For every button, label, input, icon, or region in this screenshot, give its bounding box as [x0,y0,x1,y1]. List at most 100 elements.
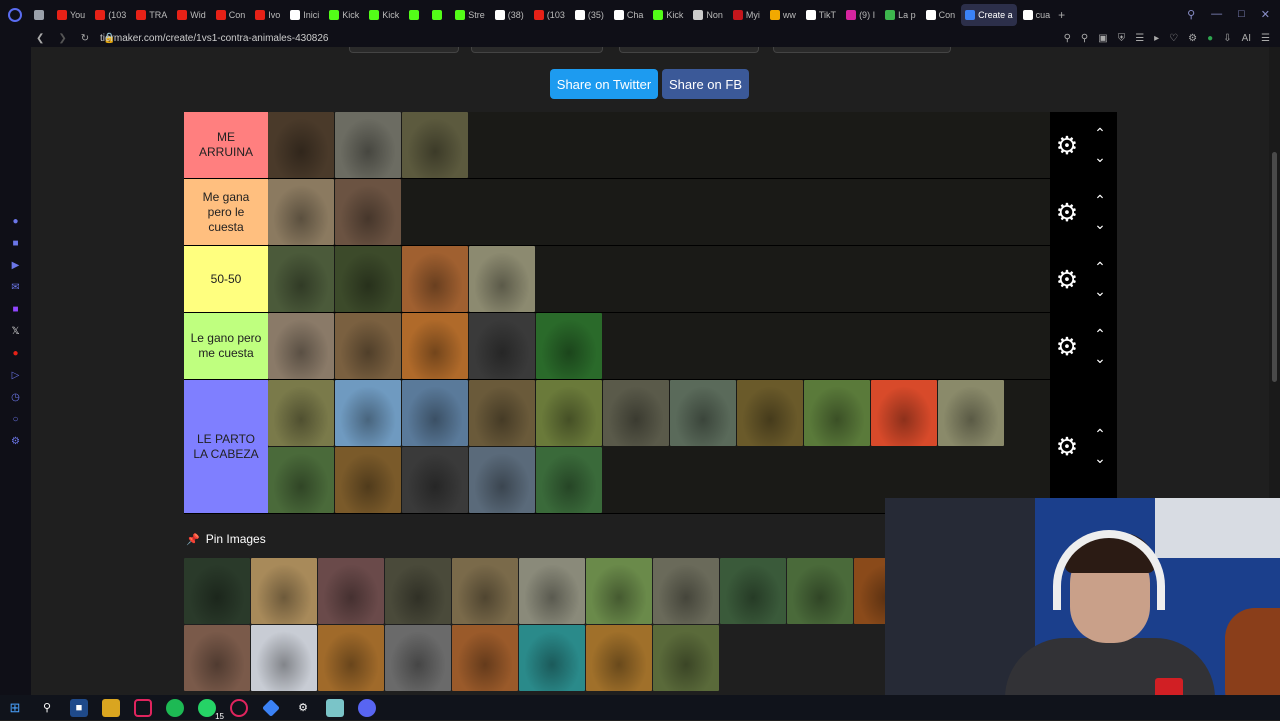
tier-items-dropzone[interactable] [268,112,1050,178]
pin-image-shark[interactable] [519,625,585,691]
move-tier-down-icon[interactable]: ⌄ [1090,217,1110,231]
browser-tab[interactable]: (103 [530,4,569,26]
animal-image-walrus[interactable] [335,179,401,245]
tier-settings-gear-icon[interactable]: ⚙ [1054,434,1080,460]
new-tab-button[interactable]: + [1054,4,1069,26]
browser-tab[interactable]: TRA [132,4,171,26]
store-icon[interactable]: ■ [70,698,88,717]
pin-image-yak[interactable] [653,625,719,691]
tier-settings-gear-icon[interactable]: ⚙ [1054,334,1080,360]
scrollbar-thumb[interactable] [1272,152,1277,382]
back-icon[interactable]: ❮ [36,33,44,44]
pin-icon[interactable]: ⚲ [1081,33,1088,44]
forward-icon[interactable]: ❯ [58,33,66,44]
animal-image-goose[interactable] [603,380,669,446]
sidebar-settings-icon[interactable]: ⚙ [10,435,22,447]
browser-tab[interactable]: Create a [961,3,1017,26]
animal-image-bison[interactable] [268,112,334,178]
pin-image-hippo[interactable] [318,558,384,624]
cast-icon[interactable]: ▸ [1154,33,1159,44]
tier-settings-gear-icon[interactable]: ⚙ [1054,200,1080,226]
sidebar-bag-icon[interactable]: ■ [10,237,22,249]
translate-icon[interactable]: ☰ [1135,33,1144,44]
browser-tab[interactable]: You [53,4,89,26]
animal-image-deer[interactable] [402,246,468,312]
camera-icon[interactable]: ▣ [1098,33,1107,44]
animal-image-hare[interactable] [268,380,334,446]
reload-icon[interactable]: ↻ [81,33,89,44]
animal-image-seal[interactable] [469,447,535,513]
extensions-icon[interactable]: ⚙ [1188,33,1197,44]
sidebar-history-icon[interactable]: ◷ [10,391,22,403]
animal-image-cow[interactable] [536,313,602,379]
pin-image-lynx[interactable] [519,558,585,624]
sidebar-vk-icon[interactable]: ● [10,347,22,359]
animal-image-giraffe[interactable] [469,246,535,312]
pin-image-cheetah[interactable] [251,558,317,624]
browser-tab[interactable]: (35) [571,4,608,26]
sidebar-messenger-icon[interactable]: ✉ [10,281,22,293]
tier-items-dropzone[interactable] [268,179,1050,245]
pin-image-lion[interactable] [318,625,384,691]
browser-tab[interactable]: Con [212,4,250,26]
animal-image-owl[interactable] [737,380,803,446]
sidebar-chat-icon[interactable]: ○ [10,413,22,425]
tier-items-dropzone[interactable] [268,313,1050,379]
sidebar-play-icon[interactable]: ▷ [10,369,22,381]
animal-image-wasp[interactable] [804,380,870,446]
animal-image-moose[interactable] [402,112,468,178]
animal-image-raccoon[interactable] [670,380,736,446]
sidebar-aria-icon[interactable]: ● [10,215,22,227]
notepad-icon[interactable] [326,698,344,717]
animal-image-capybara[interactable] [469,380,535,446]
sidebar-x-icon[interactable]: 𝕏 [10,325,22,337]
browser-tab[interactable]: TikT [802,4,840,26]
sidebar-player-icon[interactable]: ▶ [10,259,22,271]
animal-image-chimpanzee[interactable] [335,246,401,312]
maximize-icon[interactable]: □ [1238,8,1245,21]
share-twitter-button[interactable]: Share on Twitter [550,69,658,99]
zoom-icon[interactable]: ⚲ [1064,33,1071,44]
move-tier-down-icon[interactable]: ⌄ [1090,351,1110,365]
shield-icon[interactable]: ⛨ [1118,33,1126,44]
browser-tab[interactable] [428,4,449,26]
browser-tab[interactable] [30,4,51,26]
steam-settings-icon[interactable]: ⚙ [294,699,312,717]
browser-tab[interactable]: Wid [173,4,210,26]
pin-image-hyena[interactable] [452,558,518,624]
heart-icon[interactable]: ♡ [1169,33,1178,44]
browser-tab[interactable]: ww [766,4,800,26]
animal-image-coyote[interactable] [268,313,334,379]
pin-image-boar[interactable] [385,558,451,624]
animal-image-wildebeest[interactable] [268,179,334,245]
move-tier-up-icon[interactable]: ⌃ [1090,327,1110,341]
share-facebook-button[interactable]: Share on FB [662,69,749,99]
move-tier-up-icon[interactable]: ⌃ [1090,427,1110,441]
pin-image-ram[interactable] [787,558,853,624]
animal-image-vulture[interactable] [469,313,535,379]
browser-tab[interactable]: Myi [729,4,764,26]
browser-tab[interactable]: Kick [325,4,363,26]
animal-image-ostrich[interactable] [938,380,1004,446]
animal-image-emu[interactable] [536,447,602,513]
animal-image-kangaroo[interactable] [402,313,468,379]
file-explorer-icon[interactable] [102,698,120,717]
browser-tab[interactable]: Non [689,4,727,26]
browser-tab[interactable]: (38) [491,4,528,26]
browser-tab[interactable]: Con [922,4,960,26]
move-tier-down-icon[interactable]: ⌄ [1090,150,1110,164]
animal-image-pelican[interactable] [402,380,468,446]
pin-image-polar-bear[interactable] [251,625,317,691]
spotify-icon[interactable] [166,698,184,717]
tier-label[interactable]: LE PARTO LA CABEZA [184,380,268,513]
tier-label[interactable]: ME ARRUINA [184,112,268,178]
tier-items-dropzone[interactable] [268,246,1050,312]
browser-logo-icon[interactable] [0,0,30,29]
browser-tab[interactable]: cua [1019,4,1055,26]
move-tier-up-icon[interactable]: ⌃ [1090,126,1110,140]
browser-tab[interactable]: Kick [649,4,687,26]
opera-gx-icon[interactable] [134,698,152,717]
pin-image-panda[interactable] [720,558,786,624]
start-icon[interactable]: ⊞ [6,699,24,717]
close-icon[interactable]: ✕ [1261,8,1270,21]
